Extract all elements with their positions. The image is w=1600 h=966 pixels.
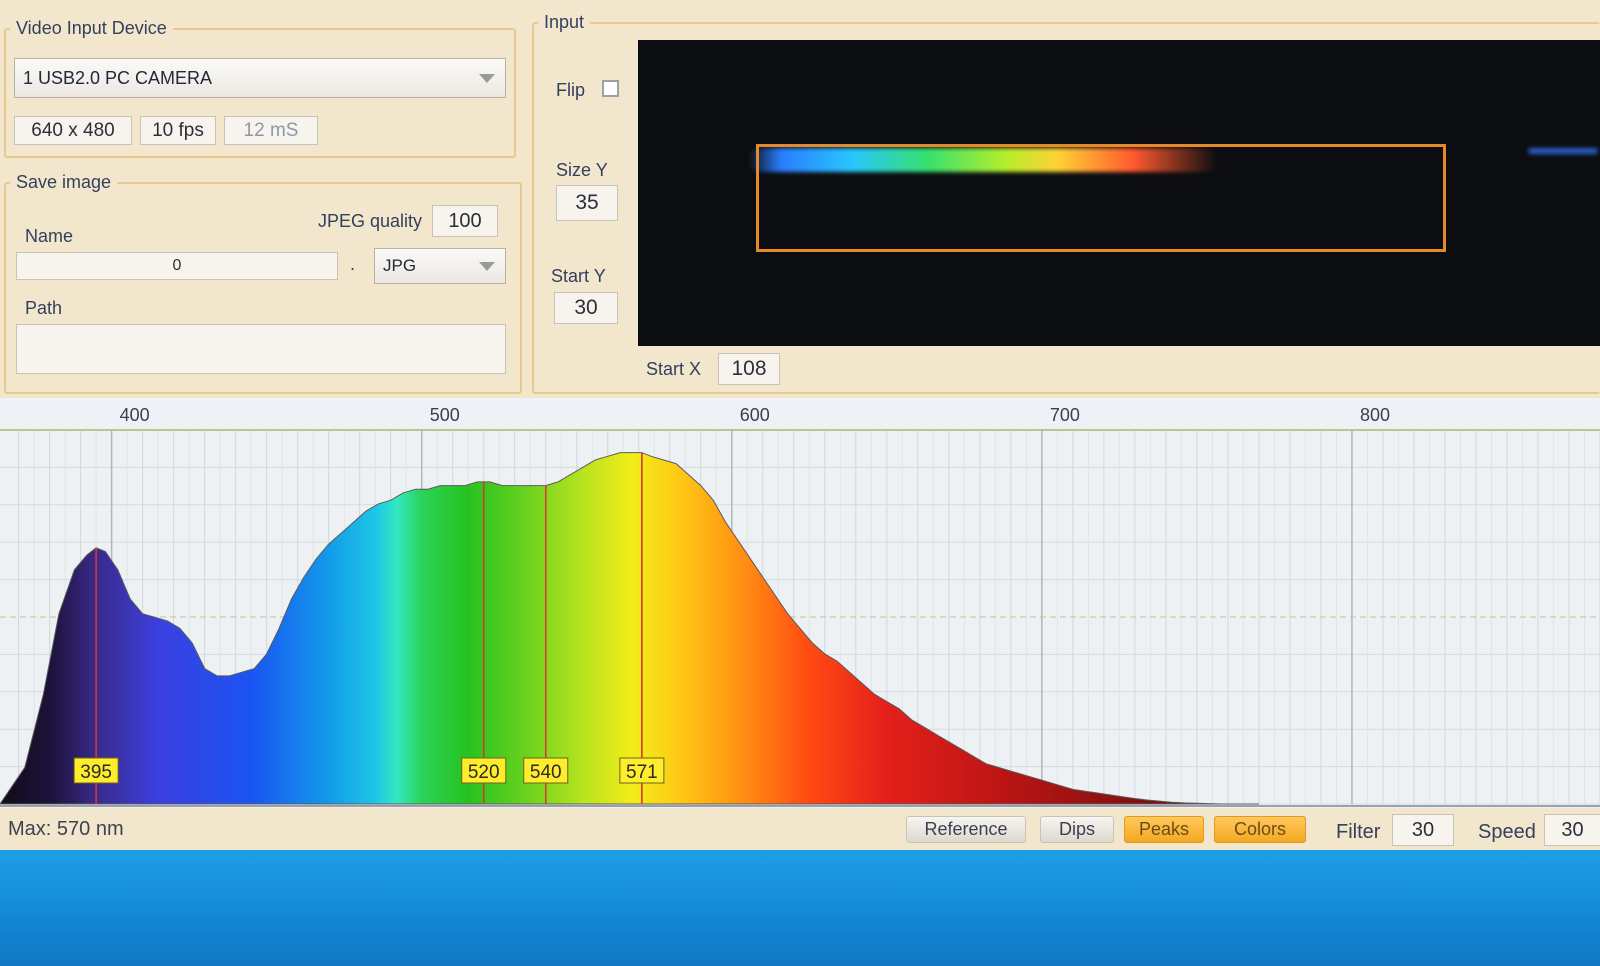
x-tick-label: 400 [120,405,150,425]
jpeg-quality-input[interactable]: 100 [432,205,498,237]
fps-field: 10 fps [140,116,216,145]
camera-select[interactable]: 1 USB2.0 PC CAMERA [14,58,506,98]
resolution-field: 640 x 480 [14,116,132,145]
x-tick-label: 800 [1360,405,1390,425]
peak-label: 395 [80,762,112,783]
peak-label: 540 [530,762,562,783]
start-x-label: Start X [646,359,702,379]
flip-label: Flip [556,80,586,100]
exposure-value: 12 mS [243,119,299,141]
roi-rectangle[interactable] [756,144,1446,252]
start-x-input[interactable]: 108 [718,353,780,385]
spectrum-glow [1528,148,1598,154]
chevron-down-icon [479,262,495,271]
speed-value: 30 [1561,818,1584,841]
peak-label: 571 [626,762,658,783]
exposure-field: 12 mS [224,116,318,145]
fps-value: 10 fps [152,119,204,141]
resolution-value: 640 x 480 [31,119,115,141]
x-tick-label: 700 [1050,405,1080,425]
jpeg-quality-label: JPEG quality [318,211,423,231]
start-y-input[interactable]: 30 [554,292,618,324]
reference-button-label: Reference [924,819,1008,839]
size-y-value: 35 [575,191,599,214]
colors-button-label: Colors [1233,819,1286,839]
path-input[interactable] [16,324,506,374]
dips-button[interactable]: Dips [1040,816,1114,843]
input-legend: Input [544,12,585,32]
video-input-legend: Video Input Device [16,18,167,38]
reference-button[interactable]: Reference [906,816,1026,843]
format-select-value: JPG [383,256,417,275]
speed-input[interactable]: 30 [1544,814,1600,846]
name-input[interactable]: 0 [16,252,338,280]
dips-button-label: Dips [1058,819,1095,839]
peak-label: 520 [468,762,500,783]
format-select[interactable]: JPG [374,248,506,284]
path-label: Path [25,298,63,318]
save-image-legend: Save image [16,172,112,192]
peaks-button[interactable]: Peaks [1124,816,1204,843]
filter-label: Filter [1336,821,1381,843]
camera-preview[interactable] [638,40,1600,346]
speed-label: Speed [1478,821,1536,843]
start-x-value: 108 [731,357,767,380]
camera-select-value: 1 USB2.0 PC CAMERA [23,67,213,88]
peaks-button-label: Peaks [1138,819,1190,839]
spectrum-chart[interactable]: 400 500 600 700 800 395 520 540 571 [0,398,1600,818]
filter-value: 30 [1411,818,1435,841]
start-y-label: Start Y [551,266,606,286]
start-y-value: 30 [574,296,598,319]
filter-input[interactable]: 30 [1392,814,1454,846]
max-wavelength-text: Max: 570 nm [8,818,124,840]
jpeg-quality-value: 100 [448,209,482,232]
x-tick-label: 500 [430,405,460,425]
size-y-input[interactable]: 35 [556,185,618,221]
chevron-down-icon [479,74,495,83]
x-tick-label: 600 [740,405,770,425]
desktop-background [0,850,1600,966]
size-y-label: Size Y [556,160,608,180]
extension-dot: . [350,254,356,274]
flip-checkbox[interactable] [602,80,619,97]
name-label: Name [25,226,74,246]
colors-button[interactable]: Colors [1214,816,1306,843]
name-value: 0 [172,257,182,274]
